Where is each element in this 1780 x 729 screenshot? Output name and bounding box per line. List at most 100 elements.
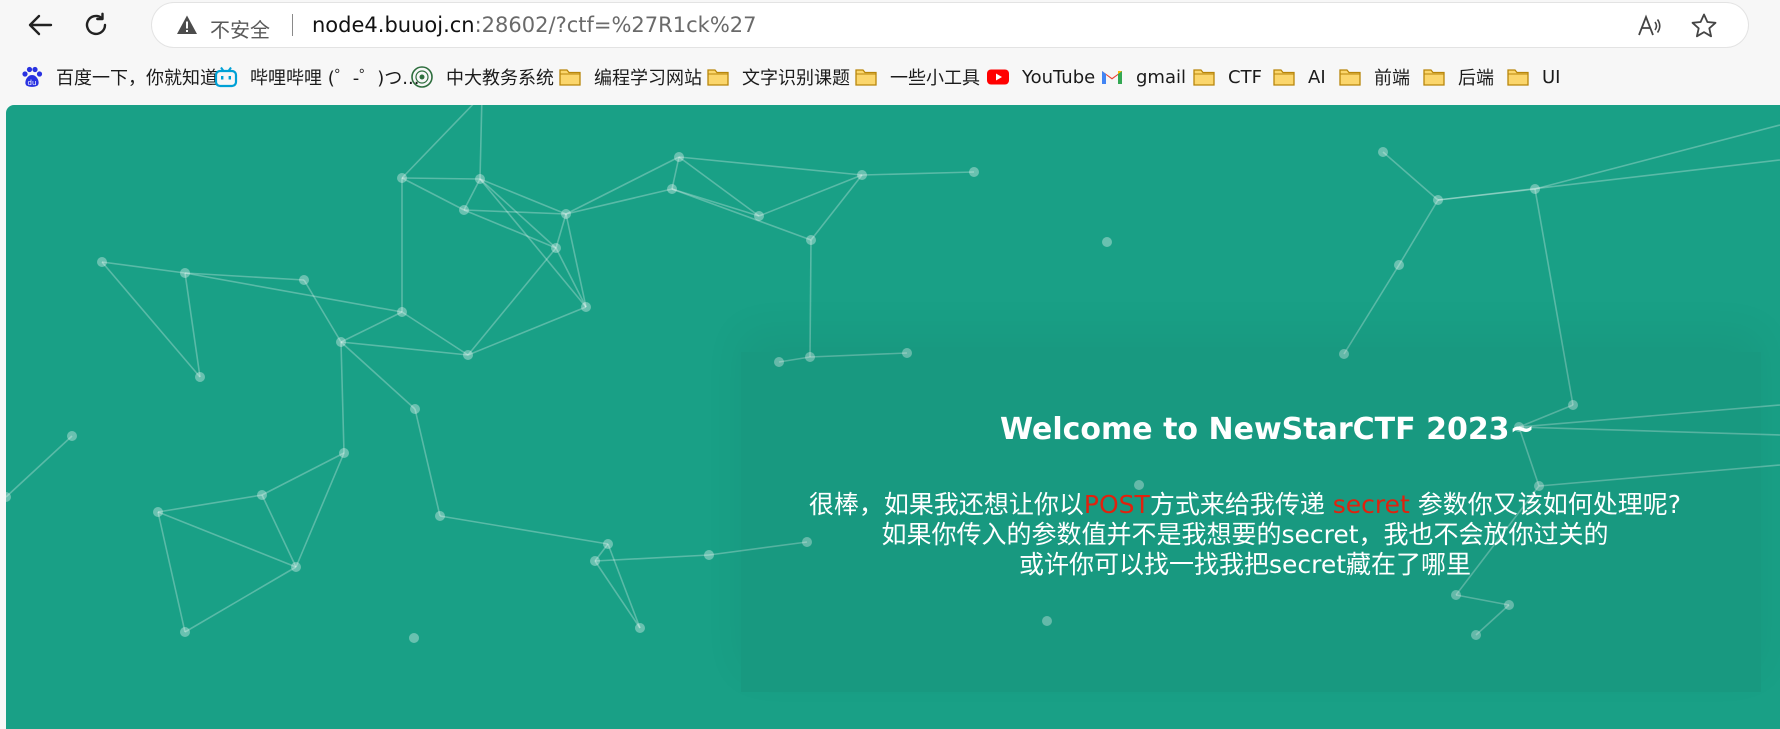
bookmark-folder-ui[interactable]: UI bbox=[1506, 64, 1560, 90]
bookmark-label: 编程学习网站 bbox=[594, 68, 702, 89]
bookmark-folder-frontend[interactable]: 前端 bbox=[1338, 64, 1410, 90]
url-text[interactable]: node4.buuoj.cn:28602/?ctf=%27R1ck%27 bbox=[312, 13, 757, 37]
network-edge bbox=[1534, 124, 1780, 190]
text-segment: 方式来给我传递 bbox=[1149, 490, 1333, 519]
bookmark-folder-ocr[interactable]: 文字识别课题 bbox=[706, 64, 850, 90]
network-edge bbox=[1437, 159, 1780, 201]
security-status[interactable]: 不安全 bbox=[210, 14, 270, 43]
network-edge bbox=[565, 213, 587, 308]
message-line-2: 如果你传入的参数值并不是我想要的secret，我也不会放你过关的 bbox=[881, 520, 1609, 549]
folder-icon bbox=[707, 69, 729, 86]
bookmark-sysu[interactable]: 中大教务系统 bbox=[410, 64, 554, 90]
folder-icon bbox=[1423, 69, 1445, 86]
network-edge bbox=[157, 511, 297, 568]
network-edge bbox=[861, 171, 975, 176]
network-node bbox=[291, 562, 301, 572]
network-node bbox=[581, 302, 591, 312]
bookmark-label: 中大教务系统 bbox=[446, 68, 554, 89]
network-node bbox=[1433, 195, 1443, 205]
bookmark-baidu[interactable]: du 百度一下，你就知道 bbox=[20, 64, 218, 90]
network-node bbox=[704, 550, 714, 560]
message-line-1: 很棒，如果我还想让你以POST方式来给我传递 secret 参数你又该如何处理呢… bbox=[800, 490, 1690, 520]
bookmark-label: 百度一下，你就知道 bbox=[56, 68, 218, 89]
network-node bbox=[561, 209, 571, 219]
bookmark-gmail[interactable]: gmail bbox=[1100, 64, 1186, 90]
text-segment: 参数你又该如何处理呢? bbox=[1409, 490, 1682, 519]
network-node bbox=[1102, 237, 1112, 247]
bookmark-youtube[interactable]: YouTube bbox=[986, 64, 1095, 90]
network-node bbox=[397, 173, 407, 183]
bookmark-label: 文字识别课题 bbox=[742, 68, 850, 89]
network-edge bbox=[340, 341, 469, 356]
network-node bbox=[551, 243, 561, 253]
reload-icon bbox=[85, 12, 107, 36]
network-node bbox=[459, 205, 469, 215]
network-edge bbox=[809, 239, 812, 358]
network-edge bbox=[101, 261, 186, 274]
network-edge bbox=[340, 341, 416, 410]
bookmark-folder-coding[interactable]: 编程学习网站 bbox=[558, 64, 702, 90]
network-node bbox=[754, 211, 764, 221]
network-node bbox=[603, 539, 613, 549]
network-node bbox=[475, 174, 485, 184]
bookmark-label: 前端 bbox=[1374, 68, 1410, 89]
challenge-message: 很棒，如果我还想让你以POST方式来给我传递 secret 参数你又该如何处理呢… bbox=[800, 490, 1690, 580]
address-bar[interactable]: 不安全 node4.buuoj.cn:28602/?ctf=%27R1ck%27 bbox=[152, 3, 1748, 47]
network-edge bbox=[678, 156, 760, 217]
network-node bbox=[410, 404, 420, 414]
network-node bbox=[463, 350, 473, 360]
bookmark-folder-backend[interactable]: 后端 bbox=[1422, 64, 1494, 90]
bookmark-label: YouTube bbox=[1022, 66, 1096, 88]
bookmark-folder-tools[interactable]: 一些小工具 bbox=[854, 64, 980, 90]
network-edge bbox=[303, 279, 342, 343]
network-node bbox=[667, 184, 677, 194]
baidu-icon: du bbox=[22, 66, 43, 87]
network-edge bbox=[565, 188, 673, 215]
network-edge bbox=[1398, 199, 1439, 266]
bookmark-folder-ctf[interactable]: CTF bbox=[1192, 64, 1262, 90]
network-node bbox=[97, 257, 107, 267]
read-aloud-icon[interactable] bbox=[1636, 13, 1662, 39]
network-edge bbox=[401, 177, 465, 211]
network-node bbox=[674, 152, 684, 162]
network-edge bbox=[467, 247, 557, 356]
network-edge bbox=[1343, 264, 1400, 355]
network-edge bbox=[565, 156, 680, 215]
arrow-left-icon bbox=[28, 14, 53, 36]
network-edge bbox=[157, 511, 186, 633]
network-node bbox=[336, 337, 346, 347]
url-path: :28602/?ctf=%27R1ck%27 bbox=[474, 13, 757, 37]
network-node bbox=[1530, 184, 1540, 194]
network-edge bbox=[671, 188, 812, 241]
network-node bbox=[969, 167, 979, 177]
folder-icon bbox=[1339, 69, 1361, 86]
back-button[interactable] bbox=[20, 6, 60, 44]
network-node bbox=[299, 275, 309, 285]
reload-button[interactable] bbox=[76, 6, 116, 44]
network-edge bbox=[414, 408, 441, 517]
network-node bbox=[180, 627, 190, 637]
network-edge bbox=[479, 178, 587, 308]
star-icon[interactable] bbox=[1690, 12, 1718, 40]
sysu-icon bbox=[411, 66, 433, 88]
svg-text:du: du bbox=[28, 79, 37, 87]
network-node bbox=[1378, 147, 1388, 157]
network-edge bbox=[479, 178, 567, 215]
network-node bbox=[1394, 260, 1404, 270]
network-node bbox=[339, 448, 349, 458]
network-node bbox=[67, 431, 77, 441]
bookmark-bilibili[interactable]: 哔哩哔哩 (゜-゜)つ... bbox=[214, 64, 419, 90]
bookmark-folder-ai[interactable]: AI bbox=[1272, 64, 1326, 90]
bookmark-label: UI bbox=[1542, 66, 1561, 88]
highlight-secret: secret bbox=[1332, 490, 1410, 519]
youtube-icon bbox=[987, 69, 1009, 85]
bookmark-label: AI bbox=[1308, 66, 1326, 88]
gmail-icon bbox=[1102, 71, 1122, 84]
browser-toolbar: 不安全 node4.buuoj.cn:28602/?ctf=%27R1ck%27 bbox=[0, 0, 1780, 50]
network-edge bbox=[6, 435, 73, 498]
bookmark-label: gmail bbox=[1136, 66, 1186, 88]
network-edge bbox=[479, 105, 483, 180]
network-node bbox=[195, 372, 205, 382]
network-node bbox=[153, 507, 163, 517]
network-edge bbox=[678, 156, 863, 176]
